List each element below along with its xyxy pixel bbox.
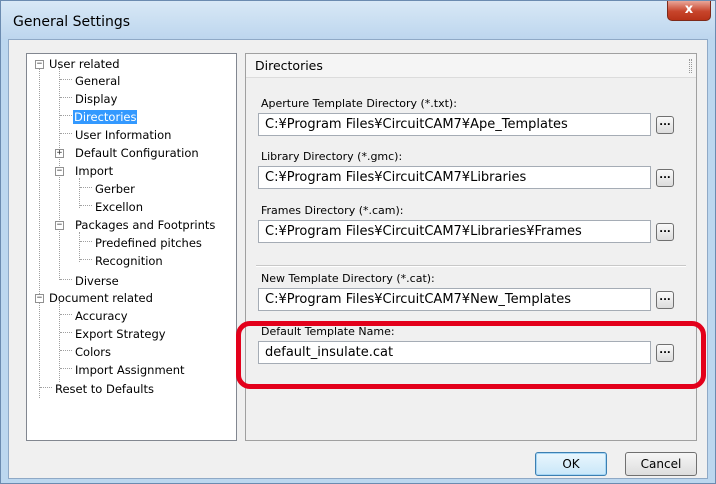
collapse-icon[interactable]: − — [55, 167, 64, 176]
settings-tree[interactable]: − User related General Display Directori… — [26, 53, 237, 441]
tree-connector — [60, 368, 72, 369]
tree-connector — [80, 205, 92, 206]
tree-item-display[interactable]: Display — [75, 91, 117, 107]
aperture-template-browse-button[interactable]: ... — [656, 116, 674, 134]
tree-item-label: Export Strategy — [75, 327, 166, 341]
tree-item-label: Accuracy — [75, 309, 128, 323]
frames-directory-browse-button[interactable]: ... — [656, 223, 674, 241]
tree-item-label: Gerber — [95, 182, 135, 196]
separator — [256, 265, 686, 267]
tree-connector — [80, 187, 92, 188]
new-template-directory-field[interactable]: C:¥Program Files¥CircuitCAM7¥New_Templat… — [258, 288, 651, 311]
tree-item-label: Colors — [75, 345, 112, 359]
tree-item-label: Predefined pitches — [95, 236, 202, 250]
ok-button[interactable]: OK — [535, 452, 607, 476]
tree-item-diverse[interactable]: Diverse — [75, 273, 119, 289]
tree-item-directories[interactable]: Directories — [73, 109, 138, 125]
tree-item-import-assignment[interactable]: Import Assignment — [75, 362, 185, 378]
panel-header: Directories — [246, 54, 696, 78]
aperture-template-directory-label: Aperture Template Directory (*.txt): — [261, 97, 457, 110]
cancel-button[interactable]: Cancel — [625, 452, 697, 476]
tree-connector — [80, 241, 92, 242]
tree-item-reset-to-defaults[interactable]: Reset to Defaults — [55, 381, 154, 397]
new-template-directory-browse-button[interactable]: ... — [656, 291, 674, 309]
tree-item-user-information[interactable]: User Information — [75, 127, 171, 143]
tree-item-label: Document related — [49, 291, 153, 305]
directories-panel: Directories Aperture Template Directory … — [236, 53, 706, 441]
tree-connector — [60, 279, 72, 280]
tree-item-label: Directories — [73, 110, 138, 124]
tree-item-label: Import Assignment — [75, 363, 185, 377]
dialog-client-area: − User related General Display Directori… — [8, 39, 708, 479]
panel-title: Directories — [255, 58, 323, 73]
tree-connector — [60, 332, 72, 333]
tree-connector — [60, 133, 72, 134]
aperture-template-directory-field[interactable]: C:¥Program Files¥CircuitCAM7¥Ape_Templat… — [258, 113, 651, 136]
tree-item-label: Default Configuration — [75, 146, 199, 160]
collapse-icon[interactable]: − — [35, 60, 44, 69]
tree-connector — [40, 387, 52, 388]
new-template-directory-label: New Template Directory (*.cat): — [261, 272, 435, 285]
tree-item-label: Excellon — [95, 200, 143, 214]
library-directory-field[interactable]: C:¥Program Files¥CircuitCAM7¥Libraries — [258, 166, 651, 189]
collapse-icon[interactable]: − — [35, 294, 44, 303]
window-title: General Settings — [13, 14, 131, 30]
tree-connector — [80, 259, 92, 260]
tree-connector — [60, 314, 72, 315]
general-settings-window: General Settings x − User related Genera… — [0, 0, 716, 484]
tree-item-label: Reset to Defaults — [55, 382, 154, 396]
tree-connector — [79, 178, 80, 208]
tree-item-label: Recognition — [95, 254, 163, 268]
tree-connector — [39, 68, 40, 398]
frames-directory-field[interactable]: C:¥Program Files¥CircuitCAM7¥Libraries¥F… — [258, 220, 651, 243]
library-directory-label: Library Directory (*.gmc): — [261, 150, 403, 163]
tree-connector — [60, 115, 72, 116]
tree-item-accuracy[interactable]: Accuracy — [75, 308, 128, 324]
tree-item-label: Import — [75, 164, 114, 178]
tree-item-predefined-pitches[interactable]: Predefined pitches — [95, 235, 202, 251]
close-icon[interactable]: x — [685, 2, 693, 17]
tree-connector — [60, 350, 72, 351]
tree-item-label: User Information — [75, 128, 172, 142]
close-button[interactable]: x — [667, 1, 711, 21]
title-bar[interactable]: General Settings x — [1, 1, 715, 39]
grip-icon — [689, 59, 692, 73]
tree-item-recognition[interactable]: Recognition — [95, 253, 163, 269]
tree-item-label: Display — [75, 92, 118, 106]
tree-item-general[interactable]: General — [75, 73, 120, 89]
tree-item-label: Packages and Footprints — [75, 218, 216, 232]
red-highlight-annotation — [236, 321, 706, 389]
tree-connector — [60, 79, 72, 80]
collapse-icon[interactable]: − — [55, 221, 64, 230]
tree-item-export-strategy[interactable]: Export Strategy — [75, 326, 166, 342]
tree-item-gerber[interactable]: Gerber — [95, 181, 135, 197]
tree-connector — [79, 232, 80, 262]
library-directory-browse-button[interactable]: ... — [656, 169, 674, 187]
frames-directory-label: Frames Directory (*.cam): — [261, 204, 404, 217]
expand-icon[interactable]: + — [55, 149, 64, 158]
tree-item-label: General — [75, 74, 121, 88]
tree-item-colors[interactable]: Colors — [75, 344, 111, 360]
tree-item-label: Diverse — [75, 274, 119, 288]
tree-connector — [60, 97, 72, 98]
tree-item-label: User related — [49, 57, 120, 71]
tree-item-excellon[interactable]: Excellon — [95, 199, 143, 215]
